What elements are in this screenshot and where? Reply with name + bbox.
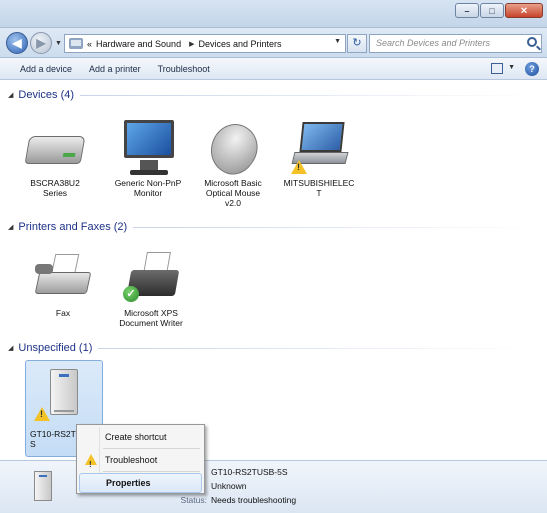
add-device-button[interactable]: Add a device [20,64,72,74]
mouse-icon [200,115,268,183]
device-item[interactable]: Generic Non-PnP Monitor [112,120,184,198]
collapse-triangle-icon[interactable]: ◢ [8,344,13,352]
breadcrumb-separator-icon[interactable]: ▶ [189,40,194,48]
menu-item-create-shortcut[interactable]: Create shortcut [79,427,202,447]
collapse-triangle-icon[interactable]: ◢ [8,91,13,99]
menu-item-troubleshoot[interactable]: Troubleshoot [79,450,202,475]
command-bar: Add a device Add a printer Troubleshoot … [0,58,547,80]
control-panel-icon [69,38,83,49]
group-divider [80,94,538,96]
laptop-icon [299,122,345,152]
printer-label: Microsoft XPS Document Writer [119,308,183,328]
context-menu: Create shortcut Troubleshoot Properties [76,424,205,494]
change-view-icon[interactable] [491,63,503,74]
close-icon: ✕ [520,5,528,15]
details-value: Unknown [211,481,247,491]
group-header-devices[interactable]: ◢ Devices (4) [8,87,538,103]
device-item[interactable]: BSCRA38U2 Series [19,120,91,198]
device-label: Microsoft Basic Optical Mouse v2.0 [204,178,262,208]
printer-label: Fax [55,308,71,318]
maximize-icon: □ [489,5,495,16]
group-title: Devices (4) [18,89,75,101]
external-drive-icon [24,136,86,164]
refresh-button[interactable]: ↻ [347,34,367,53]
device-label: Generic Non-PnP Monitor [114,178,182,198]
devices-view: ◢ Devices (4) BSCRA38U2 Series Generic N… [0,80,547,460]
fax-icon [34,272,92,294]
close-button[interactable]: ✕ [505,3,543,18]
address-bar-row: ◀ ▶ ▼ « Hardware and Sound ▶ Devices and… [0,28,547,58]
search-icon[interactable] [527,37,537,47]
troubleshoot-button[interactable]: Troubleshoot [158,64,210,74]
monitor-icon [124,120,174,158]
device-item[interactable]: MITSUBISHIELEC T [283,120,355,198]
device-item[interactable]: Microsoft Basic Optical Mouse v2.0 [197,115,269,208]
default-checkmark-icon: ✓ [123,286,139,302]
back-button[interactable]: ◀ [6,32,28,54]
menu-separator [103,471,200,472]
add-printer-button[interactable]: Add a printer [89,64,141,74]
minimize-button[interactable]: – [455,3,479,18]
address-dropdown-icon[interactable]: ▼ [334,38,341,45]
group-divider [133,226,538,228]
collapse-triangle-icon[interactable]: ◢ [8,223,13,231]
printer-item[interactable]: Fax [27,250,99,318]
breadcrumb-devices-and-printers[interactable]: Devices and Printers [198,39,281,49]
fax-handset [35,264,53,274]
menu-item-label: Troubleshoot [105,455,158,465]
printer-item[interactable]: ✓ Microsoft XPS Document Writer [115,250,187,328]
warning-icon [85,454,97,475]
monitor-base [130,170,168,175]
maximize-button[interactable]: □ [480,3,504,18]
details-row-status: Status: Needs troubleshooting [140,495,400,505]
address-box[interactable]: « Hardware and Sound ▶ Devices and Print… [64,34,346,53]
forward-button[interactable]: ▶ [30,32,52,54]
window-title-bar: – □ ✕ [0,0,547,28]
menu-item-properties[interactable]: Properties [79,473,202,493]
search-input[interactable]: Search Devices and Printers [369,34,542,53]
breadcrumb-overflow[interactable]: « [87,39,92,49]
details-key: Status: [180,495,207,505]
selected-device-thumbnail-icon [34,471,52,501]
group-title: Unspecified (1) [18,342,93,354]
window-controls: – □ ✕ [455,3,543,18]
group-header-unspecified[interactable]: ◢ Unspecified (1) [8,340,538,356]
warning-icon [291,160,307,174]
group-divider [98,347,538,349]
help-icon[interactable]: ? [525,62,539,76]
menu-separator [103,448,200,449]
details-value: GT10-RS2TUSB-5S [211,467,288,477]
details-value: Needs troubleshooting [211,495,297,505]
group-header-printers[interactable]: ◢ Printers and Faxes (2) [8,219,538,235]
search-placeholder: Search Devices and Printers [376,38,491,48]
group-title: Printers and Faxes (2) [18,221,128,233]
breadcrumb-hardware-and-sound[interactable]: Hardware and Sound [96,39,181,49]
device-label: MITSUBISHIELEC T [283,178,355,198]
view-options-dropdown-icon[interactable]: ▼ [508,64,515,71]
tower-device-icon [50,369,78,415]
device-label: BSCRA38U2 Series [30,178,80,198]
recent-pages-dropdown-icon[interactable]: ▼ [55,40,62,47]
minimize-icon: – [464,5,470,16]
warning-icon [34,407,50,421]
